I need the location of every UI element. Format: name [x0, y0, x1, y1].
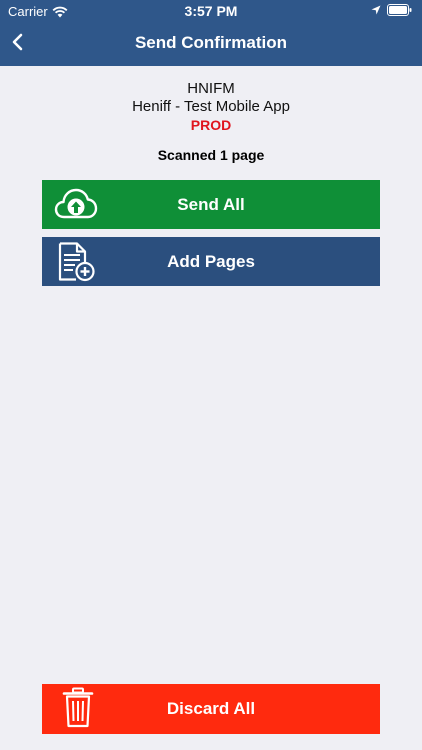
send-all-button[interactable]: Send All — [42, 180, 380, 229]
customer-name: Heniff - Test Mobile App — [132, 98, 290, 115]
customer-code: HNIFM — [187, 80, 235, 97]
navigation-header: Carrier 3:57 PM Send Confirmation — [0, 0, 422, 66]
add-pages-button[interactable]: Add Pages — [42, 237, 380, 286]
discard-all-button[interactable]: Discard All — [42, 684, 380, 734]
status-bar: Carrier 3:57 PM — [0, 0, 422, 22]
scan-status: Scanned 1 page — [157, 147, 265, 163]
discard-all-label: Discard All — [166, 699, 256, 718]
location-arrow-icon — [371, 5, 381, 15]
battery-icon — [387, 4, 412, 16]
status-right — [371, 4, 412, 16]
send-all-label: Send All — [177, 195, 245, 214]
page-title: Send Confirmation — [134, 33, 288, 52]
add-pages-label: Add Pages — [167, 252, 255, 271]
environment-badge: PROD — [190, 117, 232, 133]
customer-info: HNIFM Heniff - Test Mobile App PROD — [0, 80, 422, 134]
status-time: 3:57 PM — [184, 3, 238, 19]
